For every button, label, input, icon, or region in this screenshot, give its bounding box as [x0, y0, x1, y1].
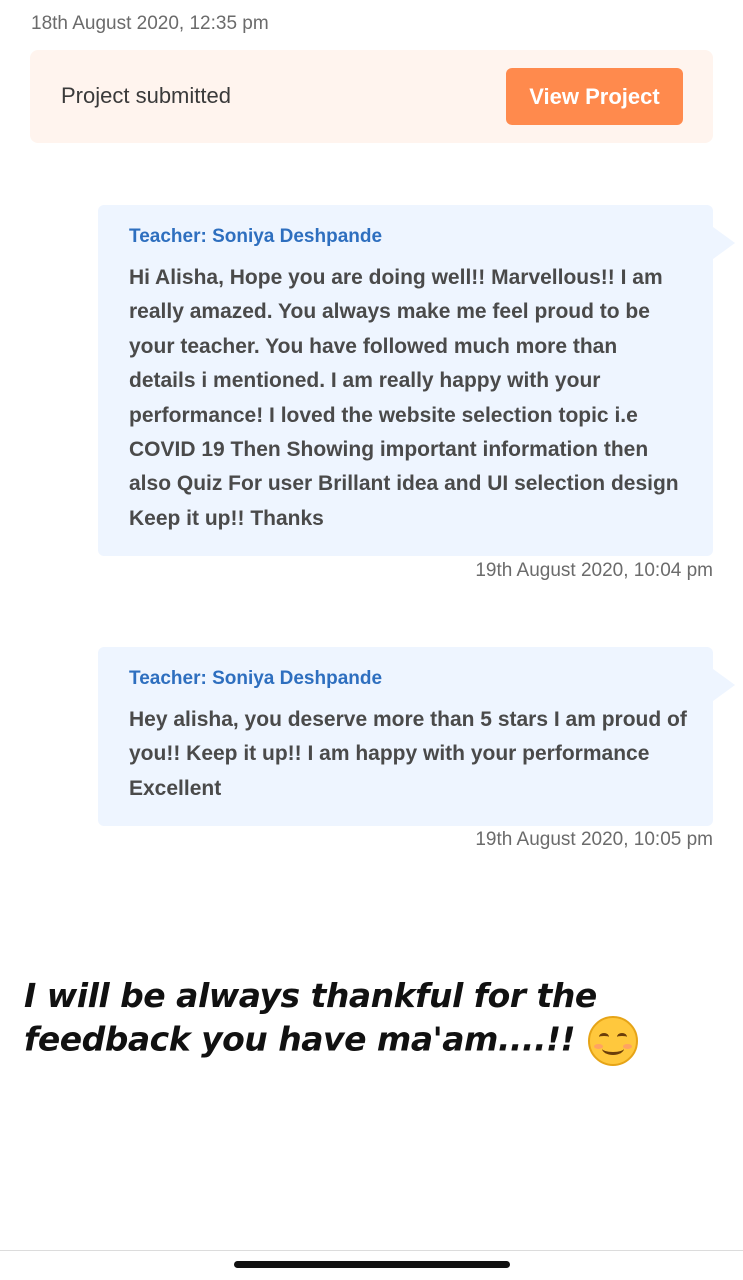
- home-indicator[interactable]: [234, 1261, 510, 1268]
- caption-text: I will be always thankful for the feedba…: [24, 976, 597, 1059]
- nav-divider: [0, 1250, 743, 1251]
- smiling-face-emoji-icon: [588, 1016, 639, 1066]
- message-bubble: Teacher: Soniya Deshpande Hi Alisha, Hop…: [98, 205, 735, 556]
- submission-status: Project submitted: [61, 83, 231, 108]
- submission-card: Project submitted View Project: [30, 50, 713, 143]
- view-project-button[interactable]: View Project: [506, 68, 683, 125]
- message-sender: Teacher: Soniya Deshpande: [129, 668, 383, 689]
- submission-timestamp: 18th August 2020, 12:35 pm: [31, 13, 269, 34]
- message-bubble: Teacher: Soniya Deshpande Hey alisha, yo…: [98, 647, 735, 826]
- message-timestamp: 19th August 2020, 10:04 pm: [475, 560, 713, 581]
- message-text: Hey alisha, you deserve more than 5 star…: [129, 708, 687, 800]
- caption: I will be always thankful for the feedba…: [24, 976, 724, 1066]
- message-text: Hi Alisha, Hope you are doing well!! Mar…: [129, 266, 679, 530]
- message-timestamp: 19th August 2020, 10:05 pm: [475, 829, 713, 850]
- message-sender: Teacher: Soniya Deshpande: [129, 226, 383, 247]
